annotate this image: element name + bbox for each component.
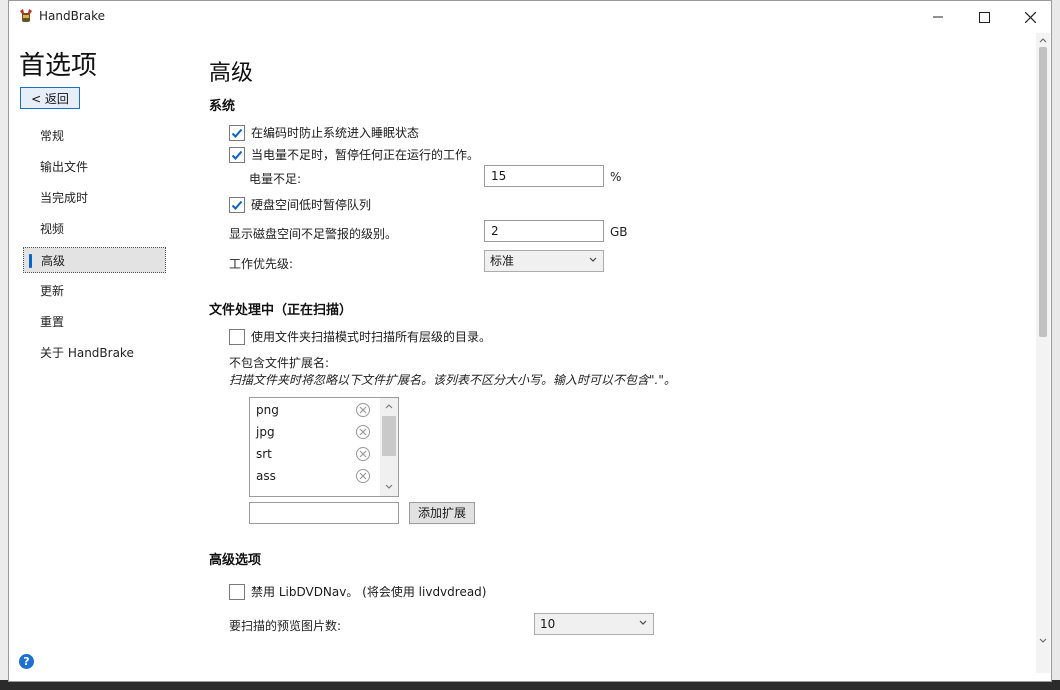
battery-level-label: 电量不足: — [249, 172, 302, 186]
remove-circle-icon[interactable] — [356, 469, 370, 483]
maximize-button[interactable] — [961, 1, 1007, 33]
list-scrollbar-thumb[interactable] — [382, 416, 396, 456]
sidebar-item-general[interactable]: 常规 — [23, 123, 166, 149]
preferences-heading: 首选项 — [19, 51, 98, 81]
sidebar-item-output-files[interactable]: 输出文件 — [23, 154, 166, 180]
sidebar-item-label: 关于 HandBrake — [40, 346, 134, 360]
sidebar-item-label: 高级 — [41, 254, 66, 268]
checkmark-icon — [231, 150, 243, 160]
disk-warning-unit: GB — [610, 225, 628, 239]
recursive-scan-checkbox-row[interactable]: 使用文件夹扫描模式时扫描所有层级的目录。 — [229, 328, 491, 345]
pause-low-battery-checkbox-row[interactable]: 当电量不足时，暂停任何正在运行的工作。 — [229, 146, 479, 163]
pause-low-disk-checkbox-row[interactable]: 硬盘空间低时暂停队列 — [229, 196, 371, 213]
sidebar-item-label: 常规 — [40, 129, 65, 143]
battery-level-input[interactable]: 15 — [484, 165, 604, 187]
disable-libdvdnav-checkbox[interactable] — [229, 583, 245, 600]
chevron-down-icon — [385, 484, 393, 489]
handbrake-app-icon — [18, 8, 34, 24]
chevron-up-icon — [1039, 38, 1047, 43]
excluded-extensions-label: 不包含文件扩展名: — [229, 356, 330, 370]
title-bar: HandBrake — [9, 1, 1051, 33]
priority-dropdown[interactable]: 标准 — [484, 250, 604, 272]
advanced-settings-panel: 高级 系统 在编码时防止系统进入睡眠状态 当电量不足时，暂停任何正在运行的工作。… — [209, 33, 1029, 673]
main-scrollbar[interactable] — [1036, 33, 1050, 673]
chevron-down-icon — [1039, 638, 1047, 643]
sidebar-item-label: 输出文件 — [40, 160, 89, 174]
preview-count-dropdown[interactable]: 10 — [534, 613, 654, 635]
extension-label: ass — [256, 469, 276, 483]
pause-low-disk-label: 硬盘空间低时暂停队列 — [251, 198, 372, 212]
checkmark-icon — [231, 128, 243, 138]
disable-libdvdnav-label: 禁用 LibDVDNav。 (将会使用 livdvdread) — [251, 585, 487, 599]
battery-level-unit: % — [610, 170, 622, 184]
disk-warning-label: 显示磁盘空间不足警报的级别。 — [229, 227, 398, 241]
pause-low-disk-checkbox[interactable] — [229, 196, 245, 213]
sidebar-item-advanced[interactable]: 高级 — [23, 247, 166, 273]
extension-label: jpg — [256, 425, 275, 439]
remove-circle-icon[interactable] — [356, 425, 370, 439]
list-item[interactable]: png — [256, 399, 370, 421]
priority-label: 工作优先级: — [229, 257, 294, 271]
sidebar-item-label: 重置 — [40, 315, 65, 329]
list-item[interactable]: jpg — [256, 421, 370, 443]
help-icon[interactable]: ? — [19, 654, 34, 669]
disk-warning-input[interactable]: 2 — [484, 220, 604, 242]
chevron-up-icon — [385, 404, 393, 409]
pause-low-battery-label: 当电量不足时，暂停任何正在运行的工作。 — [251, 148, 480, 162]
remove-circle-icon[interactable] — [356, 447, 370, 461]
sidebar-item-video[interactable]: 视频 — [23, 216, 166, 242]
minimize-icon — [933, 16, 943, 18]
list-item[interactable]: ass — [256, 465, 370, 487]
preview-count-value: 10 — [540, 617, 556, 631]
disable-libdvdnav-checkbox-row[interactable]: 禁用 LibDVDNav。 (将会使用 livdvdread) — [229, 583, 486, 600]
checkmark-icon — [231, 200, 243, 210]
minimize-button[interactable] — [915, 1, 961, 33]
chevron-down-icon — [589, 257, 597, 262]
remove-circle-icon[interactable] — [356, 403, 370, 417]
preview-count-label: 要扫描的预览图片数: — [229, 619, 342, 633]
file-handling-section-heading: 文件处理中（正在扫描） — [209, 303, 353, 318]
extension-label: png — [256, 403, 279, 417]
add-extension-button[interactable]: 添加扩展 — [409, 502, 475, 524]
recursive-scan-label: 使用文件夹扫描模式时扫描所有层级的目录。 — [251, 330, 492, 344]
sidebar-item-label: 更新 — [40, 284, 65, 298]
close-icon — [1024, 11, 1036, 23]
sidebar-item-about[interactable]: 关于 HandBrake — [23, 340, 166, 366]
add-extension-input[interactable] — [249, 502, 399, 524]
prevent-sleep-checkbox-row[interactable]: 在编码时防止系统进入睡眠状态 — [229, 124, 419, 141]
window-title: HandBrake — [39, 9, 106, 23]
sidebar-item-label: 视频 — [40, 222, 65, 236]
close-button[interactable] — [1007, 1, 1051, 33]
back-button[interactable]: < 返回 — [20, 87, 80, 109]
handbrake-preferences-window: HandBrake 首选项 < 返回 常规 输出文件 当完成时 视频 高级 更新… — [8, 0, 1052, 682]
maximize-icon — [978, 11, 990, 23]
selection-indicator — [29, 254, 32, 268]
system-section-heading: 系统 — [209, 99, 236, 114]
list-scrollbar[interactable] — [380, 398, 398, 496]
prevent-sleep-label: 在编码时防止系统进入睡眠状态 — [251, 126, 420, 140]
page-title: 高级 — [209, 61, 254, 86]
sidebar-item-label: 当完成时 — [40, 191, 89, 205]
list-item[interactable]: srt — [256, 443, 370, 465]
preferences-sidebar: 首选项 < 返回 常规 输出文件 当完成时 视频 高级 更新 重置 关于 Han… — [9, 33, 179, 673]
extension-label: srt — [256, 447, 272, 461]
excluded-extensions-list[interactable]: png jpg srt ass — [249, 397, 399, 497]
sidebar-item-reset[interactable]: 重置 — [23, 309, 166, 335]
advanced-options-section-heading: 高级选项 — [209, 553, 262, 568]
chevron-down-icon — [639, 620, 647, 625]
prevent-sleep-checkbox[interactable] — [229, 124, 245, 141]
excluded-extensions-note: 扫描文件夹时将忽略以下文件扩展名。该列表不区分大小写。输入时可以不包含"."。 — [229, 373, 676, 387]
sidebar-item-when-done[interactable]: 当完成时 — [23, 185, 166, 211]
pause-low-battery-checkbox[interactable] — [229, 146, 245, 163]
main-scrollbar-thumb[interactable] — [1039, 47, 1047, 337]
recursive-scan-checkbox[interactable] — [229, 328, 245, 345]
priority-value: 标准 — [490, 254, 515, 268]
sidebar-item-updates[interactable]: 更新 — [23, 278, 166, 304]
